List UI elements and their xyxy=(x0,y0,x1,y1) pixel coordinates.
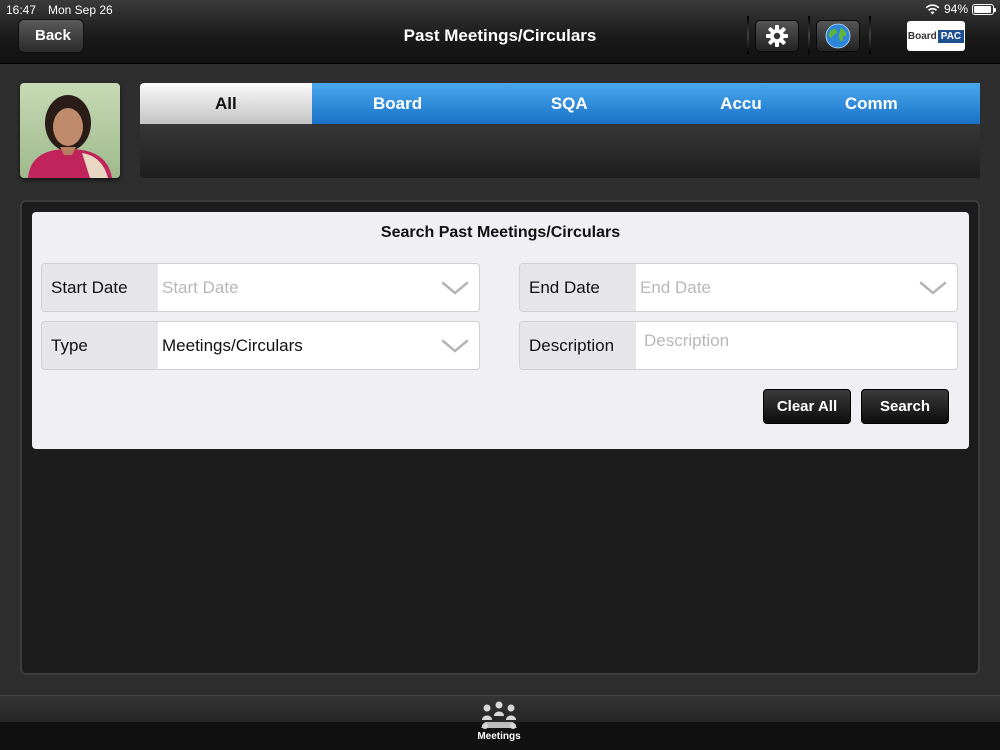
start-date-picker[interactable]: Start Date xyxy=(158,264,479,311)
tab-board[interactable]: Board xyxy=(311,83,484,124)
boardpac-logo: Board PAC xyxy=(907,21,965,51)
settings-button[interactable] xyxy=(755,20,799,52)
tab-all[interactable]: All xyxy=(140,83,312,124)
logo-text-board: Board xyxy=(907,30,937,42)
screen: 16:47 Mon Sep 26 94% Back Past Meetings/… xyxy=(0,0,1000,750)
end-date-field[interactable]: End Date End Date xyxy=(519,263,958,312)
end-date-picker[interactable]: End Date xyxy=(636,264,957,311)
toolbar-divider xyxy=(808,16,810,54)
clear-all-button[interactable]: Clear All xyxy=(763,389,851,424)
chevron-down-icon xyxy=(919,281,947,295)
category-tab-bar: All Board SQA Accu Comm xyxy=(140,83,980,178)
type-value: Meetings/Circulars xyxy=(162,335,303,355)
type-select[interactable]: Meetings/Circulars xyxy=(158,322,479,369)
meetings-tab-label: Meetings xyxy=(477,731,521,742)
globe-button[interactable] xyxy=(816,20,860,52)
logo-text-pac: PAC xyxy=(937,29,965,43)
tab-row: All Board SQA Accu Comm xyxy=(140,83,980,124)
description-label: Description xyxy=(520,322,636,369)
wifi-icon xyxy=(925,3,940,14)
start-date-field[interactable]: Start Date Start Date xyxy=(41,263,480,312)
chevron-down-icon xyxy=(441,281,469,295)
description-field[interactable]: Description Description xyxy=(519,321,958,370)
description-placeholder: Description xyxy=(644,331,730,350)
end-date-placeholder: End Date xyxy=(640,277,711,297)
tab-sqa[interactable]: SQA xyxy=(483,83,656,124)
chevron-down-icon xyxy=(441,339,469,353)
status-date: Mon Sep 26 xyxy=(48,3,113,17)
meetings-tab[interactable]: Meetings xyxy=(470,700,528,746)
search-form-title: Search Past Meetings/Circulars xyxy=(380,224,621,241)
status-time: 16:47 xyxy=(6,3,37,17)
tab-accu[interactable]: Accu xyxy=(655,83,827,124)
toolbar-divider xyxy=(869,16,871,54)
battery-icon xyxy=(972,3,996,15)
tab-comm[interactable]: Comm xyxy=(826,83,980,124)
search-button[interactable]: Search xyxy=(861,389,949,424)
battery-percent: 94% xyxy=(943,2,968,16)
search-form: Search Past Meetings/Circulars Start Dat… xyxy=(32,212,969,449)
description-input[interactable]: Description xyxy=(636,322,957,369)
user-avatar[interactable] xyxy=(20,83,120,178)
start-date-label: Start Date xyxy=(42,264,158,311)
end-date-label: End Date xyxy=(520,264,636,311)
toolbar-divider xyxy=(747,16,749,54)
avatar-photo xyxy=(20,83,120,178)
globe-icon xyxy=(825,23,851,49)
gear-icon xyxy=(766,25,788,47)
status-indicators: 94% xyxy=(925,2,996,16)
navigation-bar: 16:47 Mon Sep 26 94% Back Past Meetings/… xyxy=(0,0,1000,64)
type-label: Type xyxy=(42,322,158,369)
start-date-placeholder: Start Date xyxy=(162,277,239,297)
meetings-icon xyxy=(481,701,517,729)
type-field[interactable]: Type Meetings/Circulars xyxy=(41,321,480,370)
